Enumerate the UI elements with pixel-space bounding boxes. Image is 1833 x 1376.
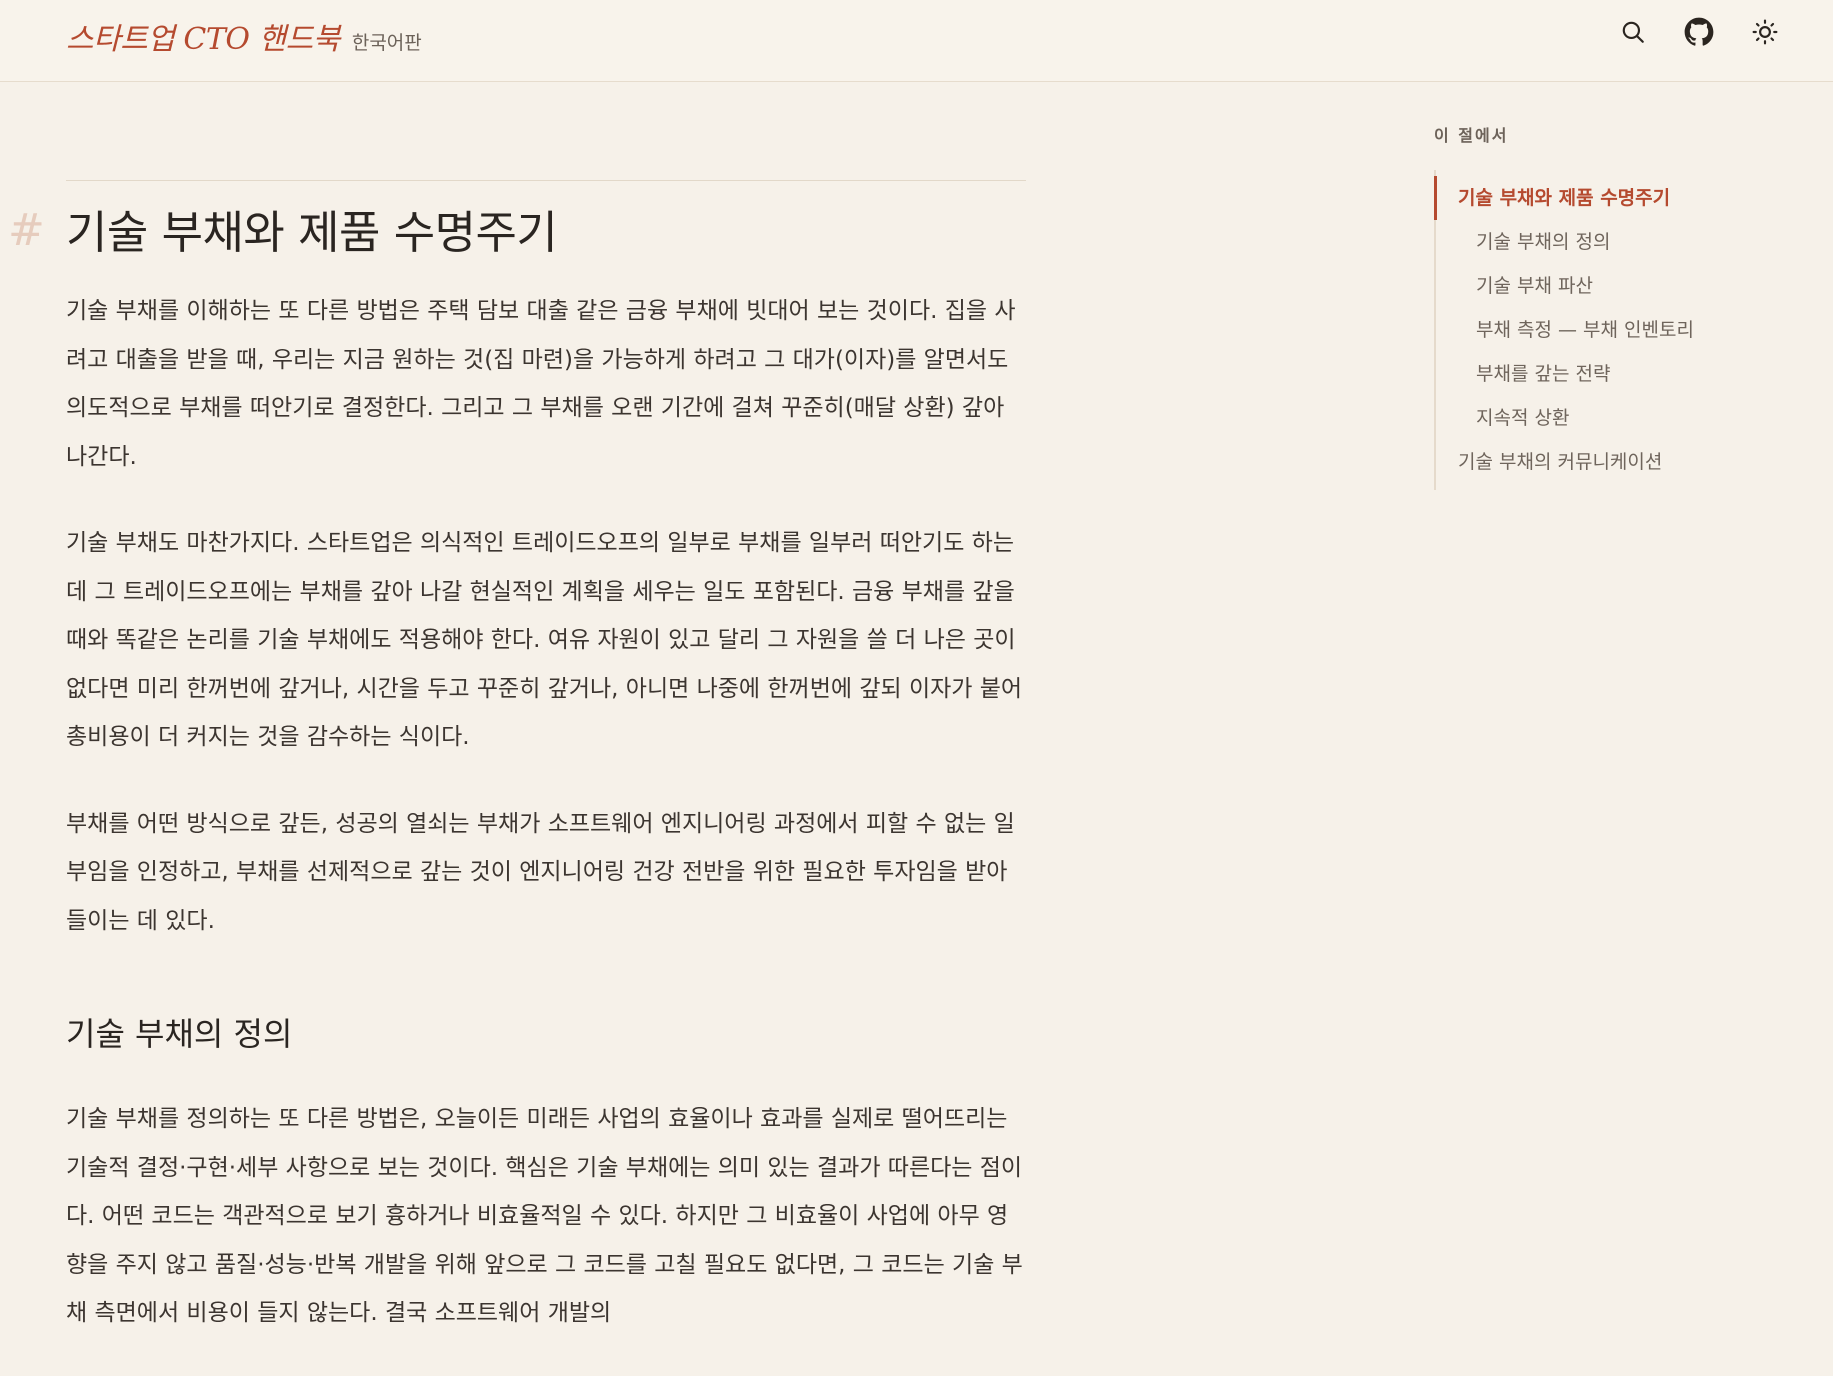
article-paragraph: 기술 부채를 이해하는 또 다른 방법은 주택 담보 대출 같은 금융 부채에 …: [66, 298, 1016, 470]
toc-item-communication[interactable]: 기술 부채의 커뮤니케이션: [1436, 440, 1794, 484]
header-actions: [1617, 16, 1781, 48]
article-paragraph: 기술 부채도 마찬가지다. 스타트업은 의식적인 트레이드오프의 일부로 부채를…: [66, 530, 1023, 750]
table-of-contents: 이 절에서 기술 부채와 제품 수명주기 기술 부채의 정의 기술 부채 파산 …: [1434, 122, 1794, 490]
top-bar: 스타트업 CTO 핸드북 한국어판: [0, 0, 1833, 82]
heading-anchor-link[interactable]: #: [8, 205, 45, 256]
toc-list: 기술 부채와 제품 수명주기 기술 부채의 정의 기술 부채 파산 부채 측정 …: [1434, 170, 1794, 490]
title-wrap: # 기술 부채와 제품 수명주기: [8, 205, 1026, 261]
toc-item-repayment-strategy[interactable]: 부채를 갚는 전략: [1436, 352, 1794, 396]
toc-item-bankruptcy[interactable]: 기술 부채 파산: [1436, 264, 1794, 308]
search-icon[interactable]: [1617, 16, 1649, 48]
brand[interactable]: 스타트업 CTO 핸드북 한국어판: [66, 14, 422, 58]
article-paragraph: 부채를 어떤 방식으로 갚든, 성공의 열쇠는 부채가 소프트웨어 엔지니어링 …: [66, 810, 1015, 934]
brand-subtitle: 한국어판: [351, 32, 422, 54]
toc-item-continuous-repayment[interactable]: 지속적 상환: [1436, 396, 1794, 440]
sun-icon[interactable]: [1749, 16, 1781, 48]
article: # 기술 부채와 제품 수명주기 기술 부채를 이해하는 또 다른 방법은 주택…: [8, 180, 1026, 1376]
page-title: 기술 부채와 제품 수명주기: [66, 206, 558, 259]
toc-item-definition[interactable]: 기술 부채의 정의: [1436, 220, 1794, 264]
toc-title: 이 절에서: [1434, 126, 1509, 145]
article-paragraph: 기술 부채를 정의하는 또 다른 방법은, 오늘이든 미래든 사업의 효율이나 …: [66, 1106, 1023, 1326]
github-icon[interactable]: [1683, 16, 1715, 48]
toc-item-tech-debt-lifecycle[interactable]: 기술 부채와 제품 수명주기: [1434, 176, 1794, 220]
brand-title[interactable]: 스타트업 CTO 핸드북: [66, 14, 340, 58]
toc-item-inventory[interactable]: 부채 측정 — 부채 인벤토리: [1436, 308, 1794, 352]
divider: [66, 180, 1026, 181]
section-title: 기술 부채의 정의: [66, 1015, 293, 1053]
